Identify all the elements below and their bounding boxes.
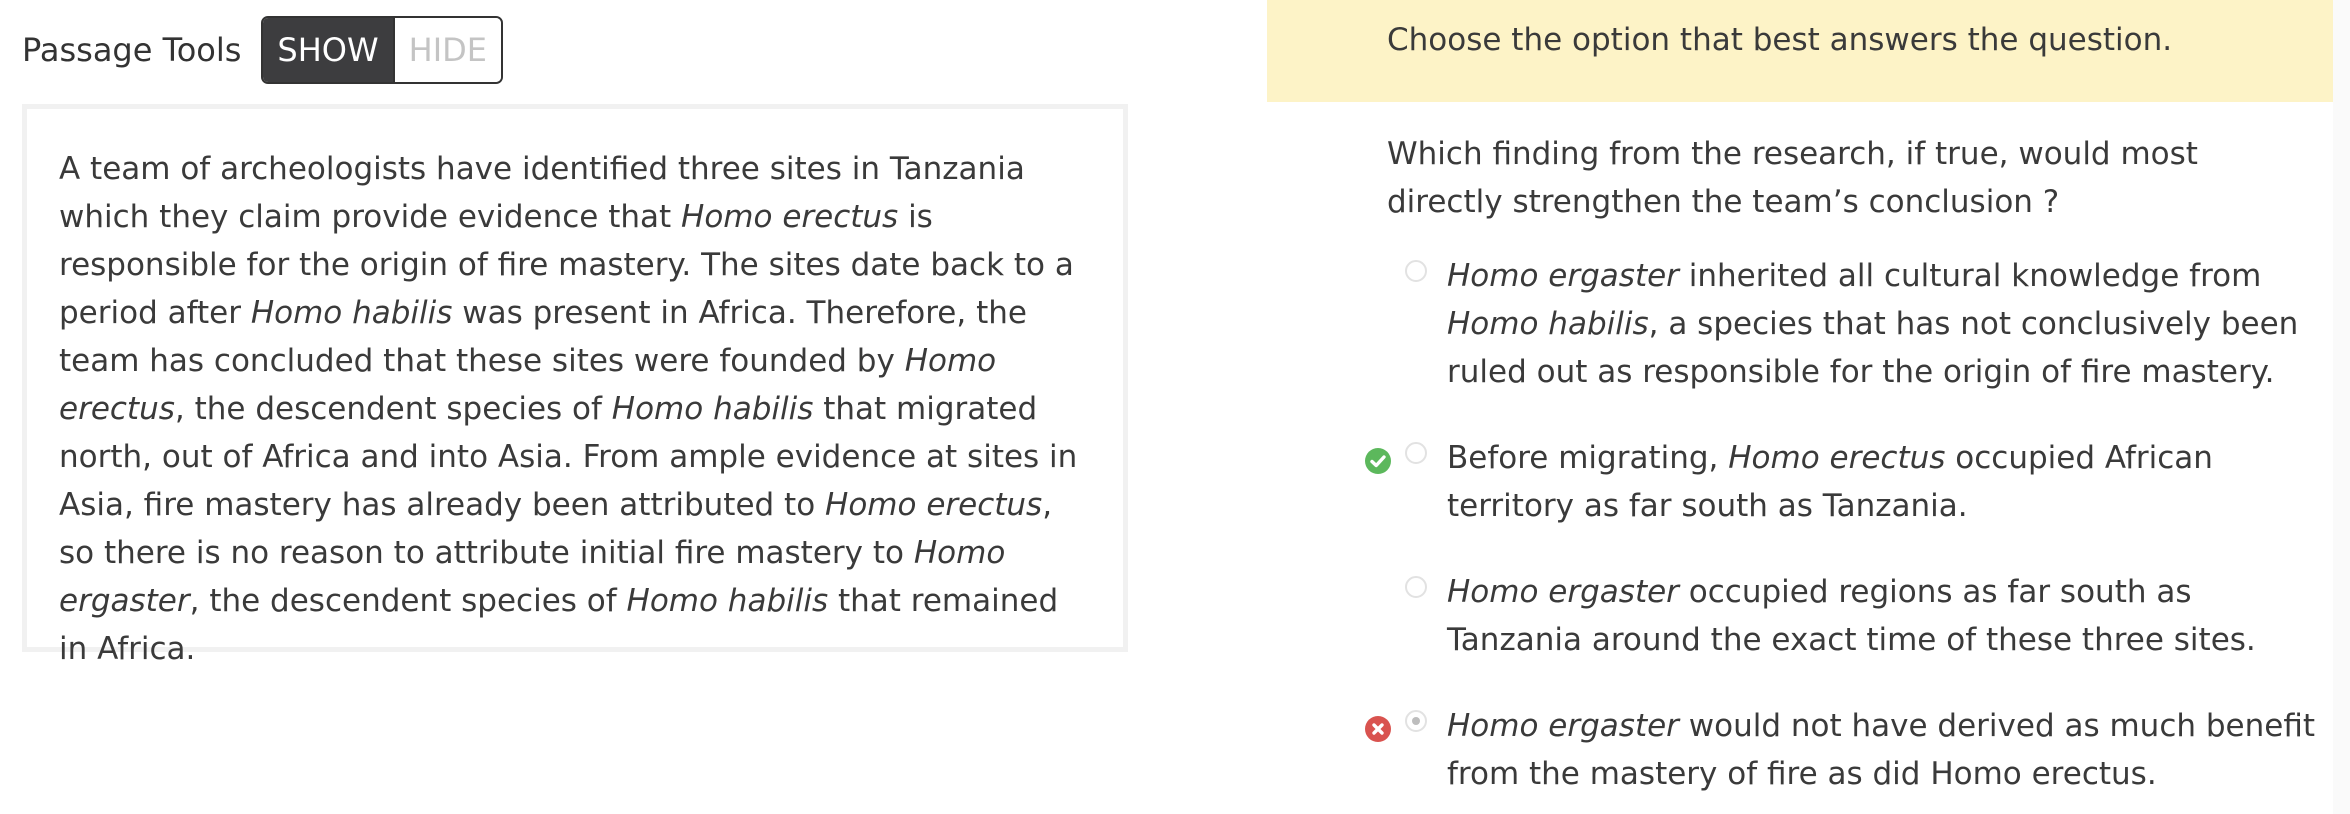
species-name: Homo habilis	[611, 391, 814, 427]
radio-dot	[1412, 717, 1420, 725]
show-button[interactable]: SHOW	[263, 18, 393, 82]
species-name: Homo ergaster	[1447, 708, 1679, 744]
species-name: Homo ergaster	[1447, 258, 1679, 294]
option-text: Homo ergaster occupied regions as far so…	[1447, 568, 2317, 664]
option-text: Before migrating, Homo erectus occupied …	[1447, 434, 2317, 530]
passage-tools-toggle: SHOW HIDE	[261, 16, 503, 84]
species-name: Homo erectus	[1728, 440, 1946, 476]
scrollbar-track[interactable]	[2333, 0, 2350, 814]
option-radio[interactable]	[1405, 442, 1427, 464]
species-name: Homo erectus	[825, 487, 1043, 523]
passage-text: A team of archeologists have identified …	[59, 145, 1091, 673]
species-name: Homo ergaster	[1447, 574, 1679, 610]
text-segment: inherited all cultural knowledge from	[1678, 258, 2272, 294]
correct-check-icon	[1365, 448, 1391, 474]
option-text: Homo ergaster would not have derived as …	[1447, 702, 2317, 798]
text-segment: Before migrating,	[1447, 440, 1729, 476]
option-radio[interactable]	[1405, 576, 1427, 598]
instruction-text: Choose the option that best answers the …	[1387, 22, 2173, 58]
species-name: Homo habilis	[250, 295, 453, 331]
question-text: Which finding from the research, if true…	[1387, 136, 2198, 220]
species-name: Homo habilis	[1447, 306, 1649, 342]
species-name: Homo erectus	[681, 199, 899, 235]
text-segment: , the descendent species of	[174, 391, 612, 427]
passage-tools-label: Passage Tools	[22, 31, 242, 69]
option-radio[interactable]	[1405, 260, 1427, 282]
hide-button[interactable]: HIDE	[392, 18, 501, 82]
instruction-banner: Choose the option that best answers the …	[1267, 0, 2333, 102]
passage-tools: Passage Tools SHOW HIDE	[22, 16, 503, 84]
incorrect-x-icon	[1365, 716, 1391, 742]
text-segment: , the descendent species of	[189, 583, 627, 619]
passage-panel: A team of archeologists have identified …	[22, 104, 1128, 667]
species-name: Homo habilis	[626, 583, 829, 619]
option-radio-selected[interactable]	[1405, 710, 1427, 732]
option-text: Homo ergaster inherited all cultural kno…	[1447, 252, 2317, 396]
